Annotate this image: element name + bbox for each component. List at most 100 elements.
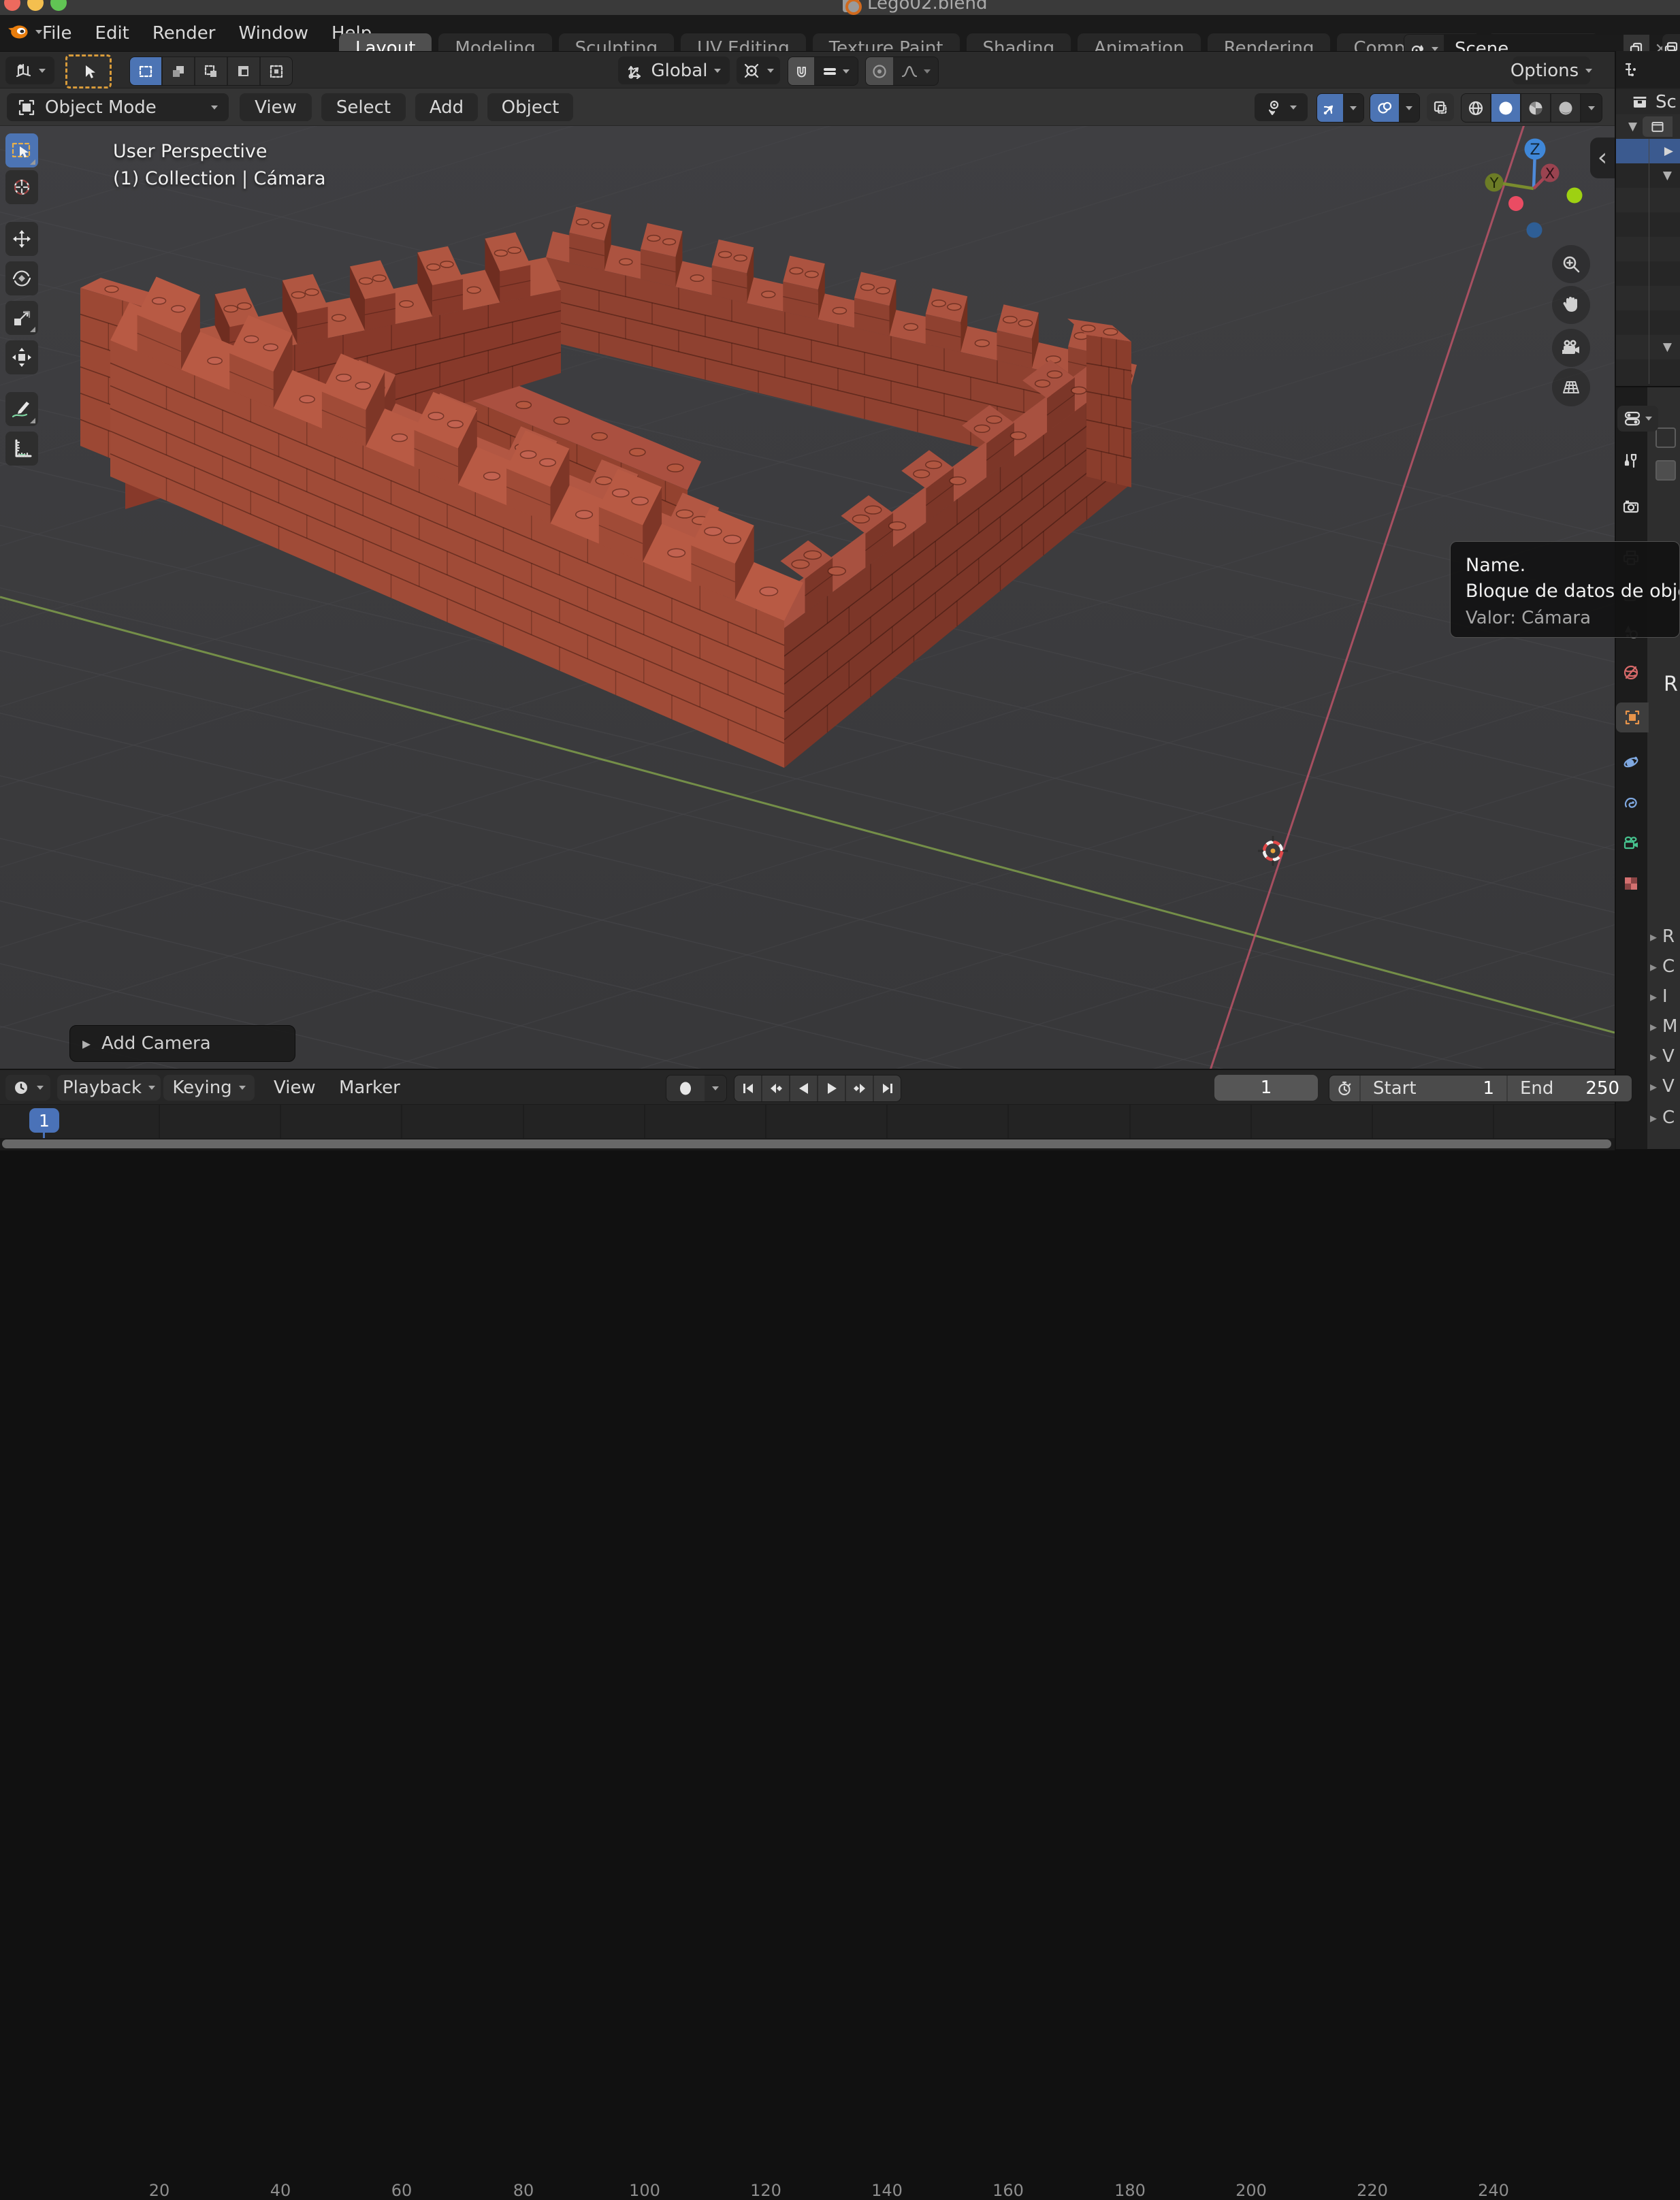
auto-keying-dropdown[interactable] [705,1075,726,1101]
panel-motion-paths[interactable]: ▸M [1647,1013,1680,1040]
shading-dropdown[interactable] [1581,94,1602,122]
cursor-3d[interactable] [1258,836,1288,866]
properties-tab-world[interactable] [1616,658,1646,688]
options-dropdown[interactable]: Options [1513,56,1590,84]
gizmo-y-negative[interactable] [1567,188,1583,204]
zoom-view-button[interactable] [1552,245,1590,283]
auto-keying-toggle[interactable] [666,1075,705,1101]
timeline-menu-keying[interactable]: Keying [163,1075,255,1101]
maximize-window-button[interactable] [50,0,67,11]
outliner-row[interactable] [1616,261,1680,286]
properties-tab-tool[interactable] [1616,446,1646,476]
proportional-falloff-dropdown[interactable] [893,57,938,85]
gizmo-x-negative[interactable] [1508,196,1523,211]
properties-tab-object-data[interactable] [1616,828,1646,858]
operator-panel-add-camera[interactable]: ▸ Add Camera [69,1025,295,1062]
tool-select-box[interactable] [5,133,38,167]
timeline-menu-playback[interactable]: Playback [57,1075,161,1101]
panel-visibility[interactable]: ▸V [1647,1043,1680,1070]
collection-button[interactable] [1643,116,1673,137]
current-frame-marker[interactable]: 1 [29,1108,59,1133]
frame-start-field[interactable]: Start 1 [1359,1075,1506,1101]
current-frame-field[interactable]: 1 [1214,1075,1318,1101]
outliner-row[interactable]: ▼ [1616,163,1680,188]
pan-view-button[interactable] [1552,286,1590,324]
outliner-row-collection[interactable]: ▼ [1616,114,1680,139]
camera-view-button[interactable] [1552,329,1590,367]
editor-type-selector[interactable] [5,56,54,84]
panel-relations[interactable]: ▸R [1647,923,1680,950]
proportional-editing-toggle[interactable] [866,57,893,85]
tool-measure[interactable] [5,432,38,466]
timeline-menu-view[interactable]: View [271,1078,319,1098]
outliner-editor-icon[interactable] [1623,61,1641,78]
tool-scale[interactable] [5,301,38,335]
shading-solid[interactable] [1491,94,1520,122]
gizmo-z-negative[interactable] [1527,223,1542,238]
play-reverse-button[interactable] [790,1075,817,1101]
outliner-row[interactable] [1616,359,1680,384]
jump-to-start-button[interactable] [734,1075,761,1101]
menu-edit[interactable]: Edit [93,23,132,44]
properties-editor-selector[interactable] [1617,406,1658,432]
properties-tab-render[interactable] [1616,491,1646,521]
properties-tab-constraints[interactable] [1616,788,1646,818]
play-button[interactable] [818,1075,845,1101]
shading-rendered[interactable] [1551,94,1580,122]
outliner-row-scene-collection[interactable]: Sc [1616,90,1680,114]
use-preview-range-toggle[interactable] [1329,1075,1359,1101]
properties-tab-object[interactable] [1616,702,1649,732]
outliner-row[interactable] [1616,310,1680,335]
viewport-canvas[interactable] [0,126,1615,1069]
show-object-types-dropdown[interactable] [1255,93,1308,121]
select-mode-subtract[interactable] [195,57,227,85]
orthographic-view-button[interactable] [1552,368,1590,406]
select-mode-invert[interactable] [228,57,259,85]
menu-window[interactable]: Window [236,23,311,44]
menu-file[interactable]: File [39,23,75,44]
tool-transform[interactable] [5,340,38,374]
gizmos-dropdown[interactable] [1343,94,1363,122]
timeline-ruler[interactable] [0,1104,1615,1139]
select-mode-extend[interactable] [163,57,194,85]
viewport-menu-select[interactable]: Select [321,93,406,121]
snap-toggle[interactable] [788,57,814,85]
transform-orientation-dropdown[interactable]: Global [618,56,730,84]
overlays-toggle[interactable] [1370,94,1399,122]
viewport-menu-object[interactable]: Object [487,93,573,121]
jump-to-end-button[interactable] [874,1075,901,1101]
viewport-menu-add[interactable]: Add [415,93,478,121]
prev-keyframe-button[interactable] [762,1075,789,1101]
panel-collections[interactable]: ▸C [1647,953,1680,980]
overlays-dropdown[interactable] [1399,94,1419,122]
panel-viewport-display[interactable]: ▸V [1647,1073,1680,1100]
outliner-row[interactable] [1616,212,1680,237]
tool-move[interactable] [5,222,38,256]
next-keyframe-button[interactable] [846,1075,873,1101]
close-window-button[interactable] [4,0,20,11]
mode-dropdown[interactable]: Object Mode [7,93,229,121]
select-mode-new[interactable] [130,57,161,85]
panel-custom-properties[interactable]: ▸C [1647,1104,1680,1131]
scrollbar-thumb[interactable] [2,1139,1611,1148]
outliner-row-selected[interactable]: ▶ [1616,139,1680,163]
gizmos-toggle[interactable] [1317,94,1343,122]
minimize-window-button[interactable] [27,0,44,11]
outliner-row[interactable]: ▼ [1616,335,1680,359]
menu-render[interactable]: Render [150,23,219,44]
navigation-gizmo[interactable]: Z X Y [1470,129,1606,265]
blender-logo-icon[interactable] [5,19,31,45]
outliner-row[interactable] [1616,286,1680,310]
timeline-editor-selector[interactable] [5,1075,50,1101]
shading-material[interactable] [1521,94,1550,122]
tool-annotate[interactable] [5,392,38,426]
xray-toggle[interactable] [1427,93,1454,121]
timeline-menu-marker[interactable]: Marker [336,1078,403,1098]
snap-target-dropdown[interactable] [814,57,858,85]
frame-end-field[interactable]: End 250 [1506,1075,1632,1101]
properties-tab-texture[interactable] [1616,869,1646,899]
viewport-menu-view[interactable]: View [240,93,312,121]
tool-rotate[interactable] [5,261,38,295]
active-tool-button[interactable] [65,54,112,88]
outliner-row[interactable] [1616,237,1680,261]
